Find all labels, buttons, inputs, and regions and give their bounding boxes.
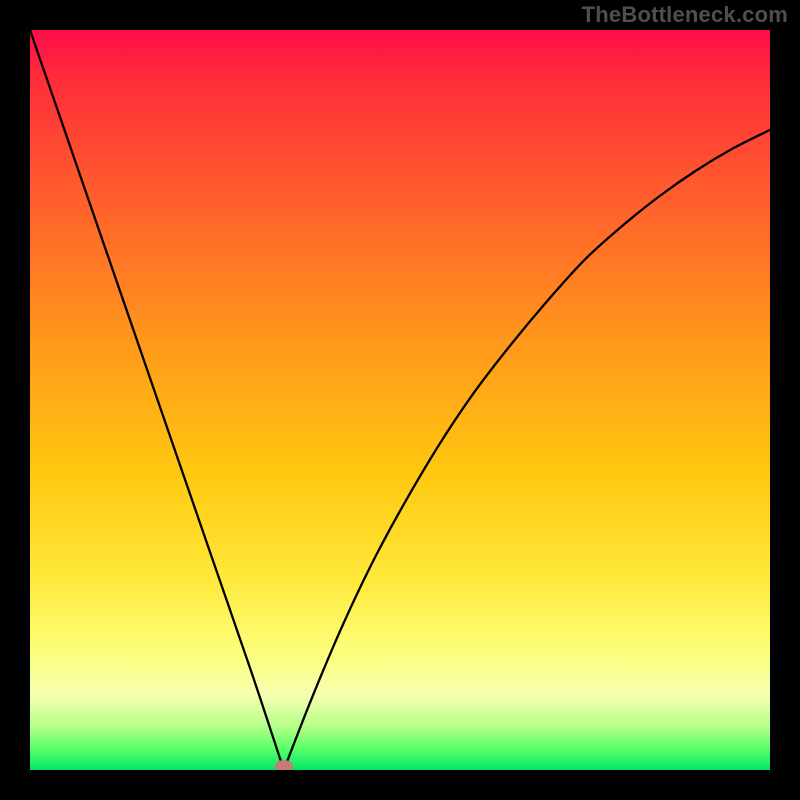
chart-frame: TheBottleneck.com [0,0,800,800]
curve-svg [30,30,770,770]
minimum-marker [275,760,293,770]
watermark-text: TheBottleneck.com [582,2,788,28]
bottleneck-curve [30,30,770,770]
plot-area [30,30,770,770]
